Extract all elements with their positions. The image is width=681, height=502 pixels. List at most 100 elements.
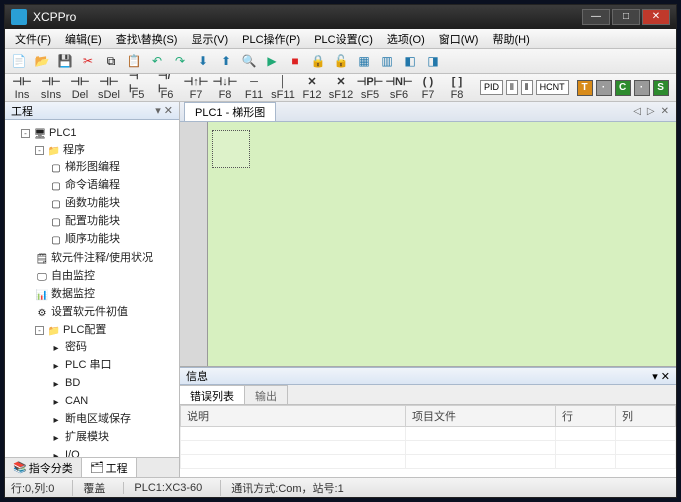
- selection-box[interactable]: [212, 130, 250, 168]
- close-button[interactable]: ✕: [642, 9, 670, 25]
- ladder-button[interactable]: │sF11: [270, 75, 296, 101]
- grid1-button[interactable]: ▦: [354, 51, 374, 71]
- statusbar: 行:0,列:0 覆盖 PLC1:XC3-60 通讯方式:Com，站号:1: [5, 477, 676, 497]
- tree-item[interactable]: PLC 串口: [65, 359, 111, 371]
- tree-node-initval[interactable]: 设置软元件初值: [51, 306, 128, 318]
- tree-item[interactable]: 函数功能块: [65, 197, 120, 209]
- menu-item[interactable]: 编辑(E): [59, 29, 108, 49]
- tree-node-program[interactable]: 程序: [63, 144, 85, 156]
- redo-button[interactable]: ↷: [170, 51, 190, 71]
- mode-button[interactable]: S: [653, 80, 669, 96]
- col-file[interactable]: 项目文件: [406, 406, 556, 427]
- tab-close-icon[interactable]: ✕: [658, 106, 672, 117]
- menu-item[interactable]: PLC设置(C): [308, 29, 379, 49]
- monitor2-button[interactable]: ◨: [423, 51, 443, 71]
- mode-button[interactable]: ·: [596, 80, 612, 96]
- tree-item[interactable]: 梯形图编程: [65, 161, 120, 173]
- new-button[interactable]: 📄: [9, 51, 29, 71]
- block-button[interactable]: PID: [480, 80, 503, 95]
- menu-item[interactable]: 查找\替换(S): [110, 29, 184, 49]
- tab-next-icon[interactable]: ▷: [644, 106, 658, 117]
- tree-item[interactable]: CAN: [65, 395, 88, 407]
- left-tab-project[interactable]: 🗂工程: [82, 458, 137, 477]
- tab-prev-icon[interactable]: ◁: [630, 106, 644, 117]
- ladder-button[interactable]: ⊣⊢sDel: [96, 75, 122, 101]
- ladder-button[interactable]: ⊣/⊢F6: [154, 75, 180, 101]
- ladder-button[interactable]: ⊣P⊢sF5: [357, 75, 383, 101]
- info-tab-output[interactable]: 输出: [245, 385, 288, 404]
- maximize-button[interactable]: □: [612, 9, 640, 25]
- ladder-button[interactable]: ⊣↑⊢F7: [183, 75, 209, 101]
- error-list[interactable]: 说明 项目文件 行 列: [180, 405, 676, 477]
- tree-node-freemon[interactable]: 自由监控: [51, 270, 95, 282]
- tree-node-datamon[interactable]: 数据监控: [51, 288, 95, 300]
- undo-button[interactable]: ↶: [147, 51, 167, 71]
- open-button[interactable]: 📂: [32, 51, 52, 71]
- tree-toggle[interactable]: -: [21, 129, 30, 138]
- tree-item[interactable]: BD: [65, 377, 80, 389]
- tree-item[interactable]: 命令语编程: [65, 179, 120, 191]
- tree-toggle[interactable]: -: [35, 146, 44, 155]
- menu-item[interactable]: PLC操作(P): [236, 29, 306, 49]
- paste-button[interactable]: 📋: [124, 51, 144, 71]
- ladder-button[interactable]: ⊣⊢Del: [67, 75, 93, 101]
- stop-button[interactable]: ■: [285, 51, 305, 71]
- block-button[interactable]: ⫴: [521, 80, 533, 95]
- ladder-button[interactable]: ⊣N⊢sF6: [386, 75, 412, 101]
- tree-root[interactable]: PLC1: [49, 127, 77, 139]
- find-button[interactable]: 🔍: [239, 51, 259, 71]
- cut-button[interactable]: ✂: [78, 51, 98, 71]
- grid2-button[interactable]: ▥: [377, 51, 397, 71]
- block-button[interactable]: ⫴: [506, 80, 518, 95]
- menu-item[interactable]: 帮助(H): [486, 29, 535, 49]
- ladder-button[interactable]: ✕F12: [299, 75, 325, 101]
- tree-node-plccfg[interactable]: PLC配置: [63, 324, 106, 336]
- col-desc[interactable]: 说明: [181, 406, 406, 427]
- copy-button[interactable]: ⧉: [101, 51, 121, 71]
- menu-item[interactable]: 文件(F): [9, 29, 57, 49]
- left-tab-cmdtree[interactable]: 📚指令分类: [5, 458, 82, 477]
- project-pane-close-icon[interactable]: ▾ ✕: [155, 104, 173, 117]
- ladder-canvas[interactable]: [180, 122, 676, 367]
- block-button[interactable]: HCNT: [536, 80, 569, 95]
- tree-item[interactable]: 断电区域保存: [65, 413, 131, 425]
- folder-icon: 📁: [47, 324, 61, 336]
- ladder-button[interactable]: ⊣↓⊢F8: [212, 75, 238, 101]
- project-tree[interactable]: -🖥PLC1 -📁程序 ▢梯形图编程▢命令语编程▢函数功能块▢配置功能块▢顺序功…: [5, 120, 179, 457]
- tree-toggle[interactable]: -: [35, 326, 44, 335]
- ladder-button[interactable]: ( )F7: [415, 75, 441, 101]
- col-col[interactable]: 列: [615, 406, 675, 427]
- menu-item[interactable]: 窗口(W): [433, 29, 485, 49]
- minimize-button[interactable]: —: [582, 9, 610, 25]
- upload-button[interactable]: ⬆: [216, 51, 236, 71]
- ladder-button[interactable]: [ ]F8: [444, 75, 470, 101]
- tree-item[interactable]: 顺序功能块: [65, 233, 120, 245]
- tree-item[interactable]: 密码: [65, 341, 87, 353]
- document-tab[interactable]: PLC1 - 梯形图: [184, 102, 276, 121]
- unlock-button[interactable]: 🔓: [331, 51, 351, 71]
- tree-item[interactable]: I/O: [65, 449, 80, 457]
- ladder-button[interactable]: ⊣⊢Ins: [9, 75, 35, 101]
- ladder-button[interactable]: ⊣ ⊢F5: [125, 75, 151, 101]
- tree-item[interactable]: 配置功能块: [65, 215, 120, 227]
- tree-node-comment[interactable]: 软元件注释/使用状况: [51, 252, 153, 264]
- info-pane-close-icon[interactable]: ▾ ✕: [652, 370, 670, 383]
- col-row[interactable]: 行: [556, 406, 616, 427]
- mode-button[interactable]: T: [577, 80, 593, 96]
- lock-button[interactable]: 🔒: [308, 51, 328, 71]
- ladder-button[interactable]: ⊣⊢sIns: [38, 75, 64, 101]
- mode-button[interactable]: C: [615, 80, 631, 96]
- monitor-button[interactable]: ◧: [400, 51, 420, 71]
- menu-item[interactable]: 选项(O): [381, 29, 431, 49]
- ladder-button[interactable]: ─F11: [241, 75, 267, 101]
- run-button[interactable]: ▶: [262, 51, 282, 71]
- app-title: XCPPro: [33, 10, 582, 24]
- tree-item[interactable]: 扩展模块: [65, 431, 109, 443]
- info-tab-errors[interactable]: 错误列表: [180, 385, 245, 404]
- folder-icon: 📁: [47, 144, 61, 156]
- ladder-button[interactable]: ✕sF12: [328, 75, 354, 101]
- mode-button[interactable]: ·: [634, 80, 650, 96]
- download-button[interactable]: ⬇: [193, 51, 213, 71]
- save-button[interactable]: 💾: [55, 51, 75, 71]
- menu-item[interactable]: 显示(V): [185, 29, 234, 49]
